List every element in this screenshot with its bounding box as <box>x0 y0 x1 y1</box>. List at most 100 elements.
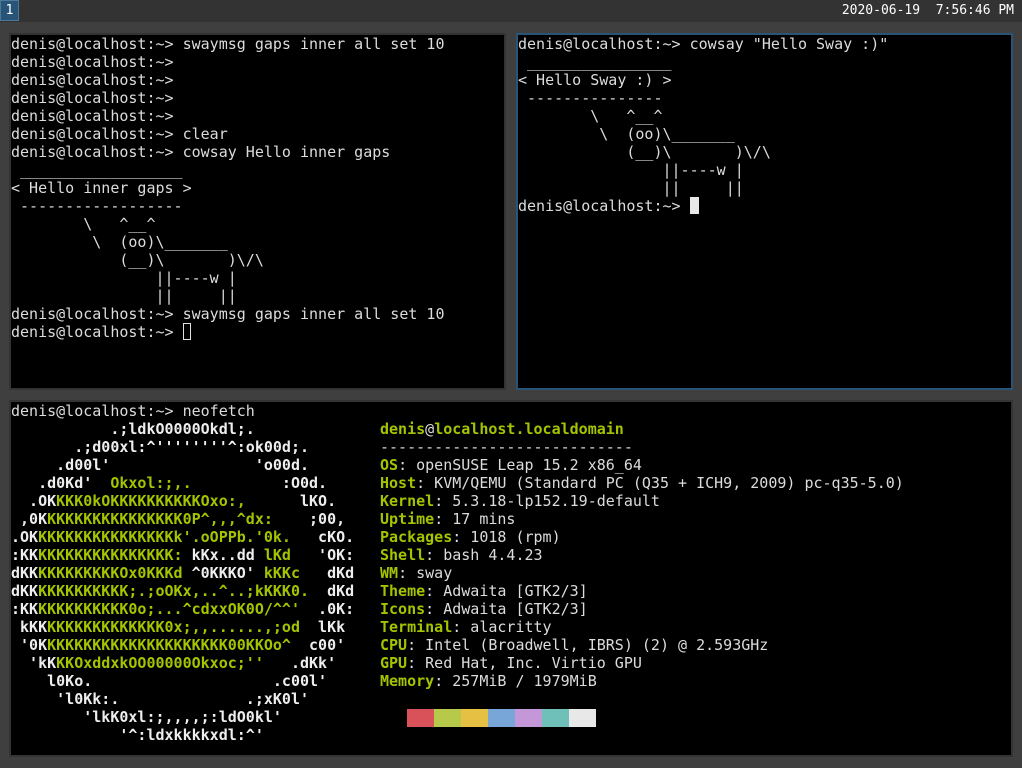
terminal-output: denis@localhost:~> swaymsg gaps inner al… <box>11 35 444 341</box>
logo-line: l0Ko. .c00l' <box>11 672 328 690</box>
prompt-line[interactable]: denis@localhost:~> <box>11 323 444 341</box>
command-line: denis@localhost:~> neofetch <box>11 402 255 420</box>
info-value: : bash 4.4.23 <box>425 546 543 564</box>
terminal-line: ------------------ <box>11 197 183 215</box>
logo-line: kKKKKKKKKKKKKKKK0x;,,......,;od lKk <box>11 618 346 636</box>
info-row-os: OS: openSUSE Leap 15.2 x86_64 <box>380 456 904 474</box>
cursor <box>182 323 191 340</box>
info-row-terminal: Terminal: alacritty <box>380 618 904 636</box>
logo-line: :KKKKKKKKKKKK0o;...^cdxxOK0O/^^' .0K: <box>11 600 355 618</box>
logo-line: '0KKKKKKKKKKKKKKKKKKKKK00KKOo^ c00' <box>11 636 346 654</box>
terminal-line: || || <box>11 287 237 305</box>
info-key: GPU <box>380 654 408 672</box>
info-key: Theme <box>380 582 426 600</box>
info-value: : KVM/QEMU (Standard PC (Q35 + ICH9, 200… <box>416 474 904 492</box>
terminal-line: denis@localhost:~> swaymsg gaps inner al… <box>11 35 445 53</box>
logo-line: ,0KKKKKKKKKKKKKKKK0P^,,,^dx: ;00, <box>11 510 346 528</box>
terminal-line: < Hello inner gaps > <box>11 179 192 197</box>
info-key: Icons <box>380 600 426 618</box>
info-row-icons: Icons: Adwaita [GTK2/3] <box>380 600 904 618</box>
info-value: : Adwaita [GTK2/3] <box>425 600 588 618</box>
info-key: CPU <box>380 636 408 654</box>
prompt: denis@localhost:~> <box>518 197 690 215</box>
color-palette <box>407 709 596 727</box>
neofetch-separator: ---------------------------- <box>380 438 633 456</box>
info-key: Uptime <box>380 510 435 528</box>
info-row-host: Host: KVM/QEMU (Standard PC (Q35 + ICH9,… <box>380 474 904 492</box>
info-key: Kernel <box>380 492 435 510</box>
workspace-button-1[interactable]: 1 <box>0 0 19 21</box>
terminal-line: denis@localhost:~> <box>11 89 174 107</box>
info-value: : Adwaita [GTK2/3] <box>425 582 588 600</box>
terminal-line: ||----w | <box>518 161 744 179</box>
terminal-line: \ (oo)\_______ <box>11 233 228 251</box>
logo-line: dKKKKKKKKKKKK;.;oOKx,..^..;kKKK0. dKd <box>11 582 355 600</box>
logo-line: 'kKKKOxddxkOO00000Okxoc;'' .dKk' <box>11 654 337 672</box>
terminal-line: denis@localhost:~> <box>11 71 174 89</box>
terminal-line: denis@localhost:~> cowsay Hello inner ga… <box>11 143 391 161</box>
info-key: Shell <box>380 546 426 564</box>
terminal-window-top-right[interactable]: denis@localhost:~> cowsay "Hello Sway :)… <box>516 33 1013 390</box>
title-at: @ <box>425 420 435 438</box>
terminal-line: denis@localhost:~> <box>11 53 174 71</box>
info-row-theme: Theme: Adwaita [GTK2/3] <box>380 582 904 600</box>
info-key: WM <box>380 564 399 582</box>
terminal-window-top-left[interactable]: denis@localhost:~> swaymsg gaps inner al… <box>9 33 506 390</box>
terminal-output: denis@localhost:~> cowsay "Hello Sway :)… <box>518 35 888 215</box>
title-user: denis <box>380 420 426 438</box>
logo-line: .d00l' 'o00d. <box>11 456 310 474</box>
clock: 2020-06-19 7:56:46 PM <box>841 3 1014 18</box>
info-value: : sway <box>398 564 453 582</box>
terminal-line: (__)\ )\/\ <box>11 251 264 269</box>
status-bar: 1 2020-06-19 7:56:46 PM <box>0 0 1022 22</box>
terminal-output: denis@localhost:~> neofetch <box>11 402 255 420</box>
info-key: Host <box>380 474 417 492</box>
info-row-uptime: Uptime: 17 mins <box>380 510 904 528</box>
terminal-window-bottom[interactable]: denis@localhost:~> neofetch .;ldkO0000Ok… <box>9 400 1013 757</box>
info-row-kernel: Kernel: 5.3.18-lp152.19-default <box>380 492 904 510</box>
opensuse-logo-ascii: .;ldkO0000Okdl;. .;d00xl:^''''''''^:ok00… <box>11 420 354 744</box>
terminal-line: denis@localhost:~> swaymsg gaps inner al… <box>11 305 445 323</box>
logo-line: 'l0Kk:. .;xK0l' <box>11 690 310 708</box>
info-key: Memory <box>380 672 435 690</box>
logo-line: dKKKKKKKKKKKOx0KKKd ^0KKKO' kKKc dKd <box>11 564 355 582</box>
info-key: OS <box>380 456 399 474</box>
palette-swatch <box>569 709 596 727</box>
info-row-wm: WM: sway <box>380 564 904 582</box>
terminal-line: denis@localhost:~> clear <box>11 125 228 143</box>
terminal-line: ________________ <box>518 53 672 71</box>
terminal-line: \ (oo)\_______ <box>518 125 735 143</box>
terminal-line: denis@localhost:~> cowsay "Hello Sway :)… <box>518 35 889 53</box>
cursor <box>689 197 699 214</box>
palette-swatch <box>488 709 515 727</box>
prompt-line[interactable]: denis@localhost:~> <box>518 197 888 215</box>
prompt: denis@localhost:~> <box>11 323 183 341</box>
neofetch-title: denis@localhost.localdomain <box>380 420 904 438</box>
logo-line: .OKKKKKKKKKKKKKKKKk'.oOPPb.'0k. cKO. <box>11 528 355 546</box>
info-value: : 257MiB / 1979MiB <box>434 672 597 690</box>
info-key: Terminal <box>380 618 453 636</box>
logo-line: .d0Kd' Okxol:;,. :O0d. <box>11 474 328 492</box>
info-value: : Intel (Broadwell, IBRS) (2) @ 2.593GHz <box>407 636 769 654</box>
info-row-gpu: GPU: Red Hat, Inc. Virtio GPU <box>380 654 904 672</box>
logo-line: :KKKKKKKKKKKKKKKKK: kKx..dd lKd 'OK: <box>11 546 355 564</box>
logo-line: '^:ldxkkkkxdl:^' <box>11 726 264 744</box>
info-row-packages: Packages: 1018 (rpm) <box>380 528 904 546</box>
info-row-shell: Shell: bash 4.4.23 <box>380 546 904 564</box>
terminal-line: (__)\ )\/\ <box>518 143 771 161</box>
palette-swatch <box>407 709 434 727</box>
terminal-line: __________________ <box>11 161 183 179</box>
palette-swatch <box>461 709 488 727</box>
palette-swatch <box>542 709 569 727</box>
logo-line: .;ldkO0000Okdl;. <box>11 420 255 438</box>
info-value: : openSUSE Leap 15.2 x86_64 <box>398 456 642 474</box>
terminal-line: \ ^__^ <box>11 215 156 233</box>
logo-line: 'lkK0xl:;,,,,;:ldO0kl' <box>11 708 282 726</box>
terminal-line: || || <box>518 179 744 197</box>
terminal-line: ||----w | <box>11 269 237 287</box>
terminal-line: --------------- <box>518 89 663 107</box>
info-row-memory: Memory: 257MiB / 1979MiB <box>380 672 904 690</box>
info-value: : 1018 (rpm) <box>452 528 561 546</box>
palette-swatch <box>515 709 542 727</box>
palette-swatch <box>434 709 461 727</box>
